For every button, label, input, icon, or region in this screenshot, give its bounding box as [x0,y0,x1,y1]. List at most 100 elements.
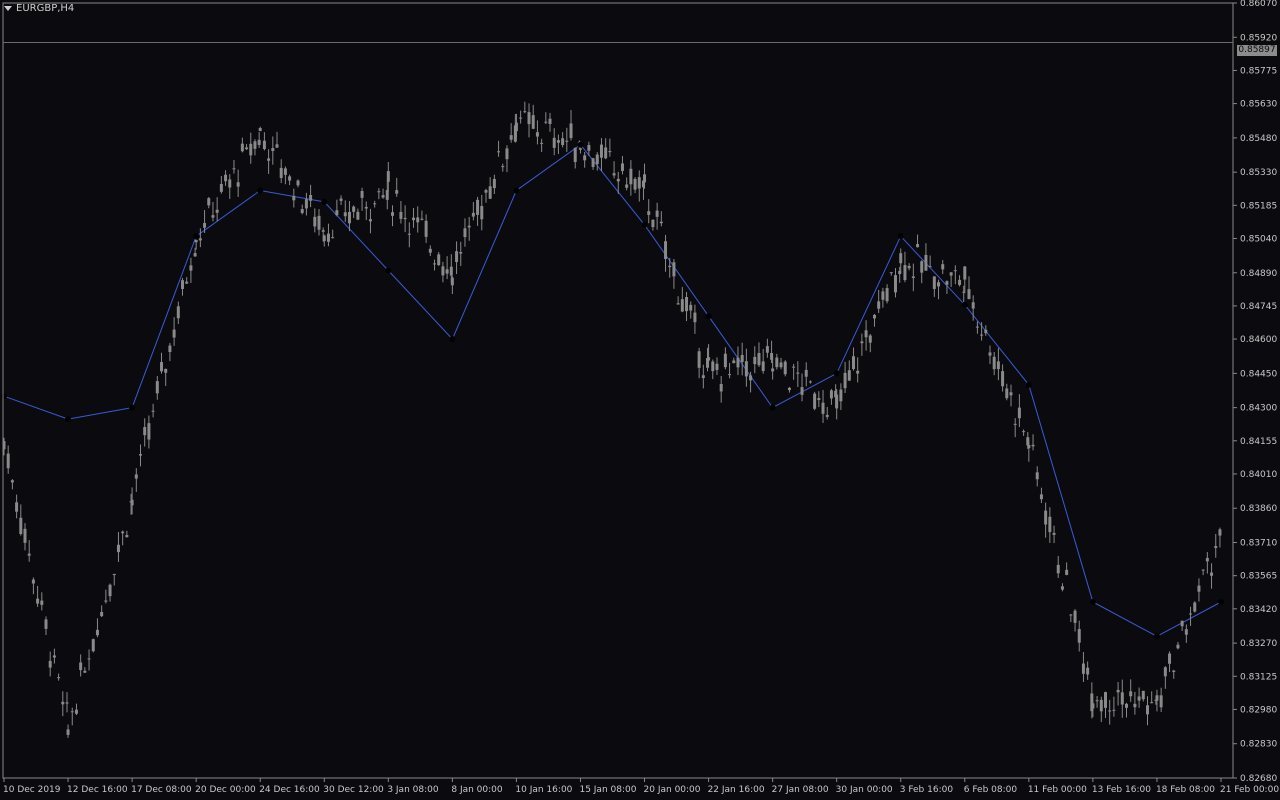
candle-body [203,223,207,228]
candle-body [514,122,518,132]
candle-body [1168,653,1172,664]
candle-body [911,276,915,279]
candle-body [775,357,779,368]
candle-body [104,600,108,602]
x-tick-label: 30 Jan 00:00 [836,785,893,795]
candle-body [1150,702,1154,704]
candle-body [599,144,603,158]
candle-body [267,158,271,161]
candle-body [65,702,69,704]
y-tick-label: 0.82680 [1240,774,1277,784]
candle-body [100,611,104,617]
candle-body [583,155,587,161]
y-tick-label: 0.85920 [1240,33,1277,43]
candle-body [1197,585,1201,592]
candle-body [300,209,304,214]
candle-body [288,176,292,181]
candle-body [416,217,420,223]
candle-body [949,272,953,276]
x-tick-label: 22 Jan 16:00 [708,785,765,795]
candle-body [279,167,283,179]
candle-body [164,368,168,373]
x-tick-label: 3 Feb 16:00 [900,785,954,795]
y-tick-label: 0.84745 [1240,302,1277,312]
candle-body [395,190,399,194]
chart-svg[interactable]: 0.86070 0.85920 0.85775 0.85630 0.85480 0.853… [0,0,1280,800]
symbol-label[interactable]: EURGBP,H4 [4,3,74,14]
candle-body [347,211,351,224]
candle-body [860,341,864,344]
candle-body [544,121,548,123]
candle-body [1193,602,1197,612]
signal-dot [641,221,648,228]
y-tick-label: 0.84600 [1240,335,1277,345]
chevron-down-icon[interactable] [4,6,12,11]
y-tick-label: 0.83125 [1240,672,1277,682]
candle-body [715,363,719,370]
candle-body [552,137,556,148]
candle-body [771,368,775,372]
candle-body [40,600,44,605]
candle-body [1048,516,1052,533]
candle-body [736,357,740,368]
candle-body [851,356,855,370]
x-tick-label: 20 Jan 00:00 [644,785,701,795]
candle-body [185,281,189,284]
candle-body [373,203,377,205]
candle-body [953,270,957,272]
candle-body [66,729,70,735]
candle-body [1129,691,1133,697]
x-tick-label: 12 Dec 16:00 [67,785,128,795]
y-tick-label: 0.83420 [1240,605,1277,615]
y-tick-label: 0.83860 [1240,504,1277,514]
candle-body [139,454,143,456]
price-chart[interactable]: 0.86070 0.85920 0.85775 0.85630 0.85480 0.853… [0,0,1280,800]
candle-body [463,228,467,238]
y-tick-label: 0.83270 [1240,639,1277,649]
candle-body [821,402,825,414]
candle-body [1120,692,1124,705]
candle-body [685,297,689,312]
candle-body [591,158,595,167]
candle-body [732,360,736,364]
candle-body [907,265,911,269]
candle-body [519,117,523,119]
candle-body [971,302,975,309]
signal-dot [129,404,136,411]
candle-body [1069,614,1073,616]
candle-body [757,353,761,366]
candle-body [79,662,83,671]
candle-body [1214,546,1218,548]
candle-body [1141,690,1145,700]
candle-body [1172,670,1176,672]
candle-body [967,289,971,300]
candle-body [587,145,591,151]
candle-body [1159,695,1163,708]
y-tick-label: 0.82980 [1240,705,1277,715]
candle-body [839,389,843,402]
candle-body [172,329,176,338]
candle-body [958,279,962,285]
candle-body [364,206,368,209]
candle-body [540,142,544,144]
y-tick-label: 0.84300 [1240,404,1277,414]
y-tick-label: 0.83565 [1240,572,1277,582]
y-tick-label: 0.85330 [1240,168,1277,178]
candle-body [407,233,411,235]
candle-body [829,390,833,399]
candle-body [403,217,407,220]
x-tick-label: 20 Dec 00:00 [195,785,256,795]
x-tick-label: 21 Feb 00:00 [1220,785,1279,795]
candle-body [343,212,347,217]
candle-body [31,579,35,584]
candle-body [61,701,65,705]
candle-body [1133,703,1137,708]
candle-body [501,166,505,168]
candle-body [719,383,723,392]
candle-body [817,398,821,400]
candle-body [643,174,647,183]
candle-body [668,265,672,268]
candle-body [27,553,31,556]
candle-body [629,168,633,185]
candle-body [48,660,52,668]
